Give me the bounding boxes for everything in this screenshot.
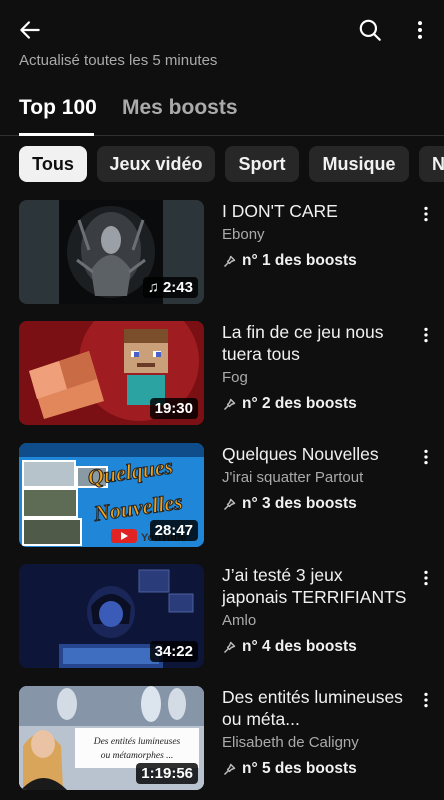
video-duration: ♫ 2:43 [142,277,198,298]
channel-name[interactable]: Fog [222,369,412,386]
boost-icon [223,641,236,653]
video-item[interactable]: YouTube Quelques Nouvelles 28:47 Quelque… [0,443,444,549]
video-menu-button[interactable] [414,445,438,469]
video-thumbnail[interactable]: ♫ 2:43 [19,200,204,304]
chip-sport[interactable]: Sport [225,146,299,182]
video-menu-button[interactable] [414,688,438,712]
more-vertical-icon [424,570,428,586]
chip-musique[interactable]: Musique [309,146,409,182]
boost-rank: n° 2 des boosts [222,395,357,413]
video-item[interactable]: ♫ 2:43 I DON'T CARE Ebony n° 1 des boost… [0,200,444,306]
boost-rank: n° 3 des boosts [222,495,357,513]
video-duration: 19:30 [149,398,198,419]
back-button[interactable] [10,10,50,50]
video-menu-button[interactable] [414,202,438,226]
video-title[interactable]: I DON'T CARE [222,200,408,222]
arrow-left-icon [20,21,40,39]
video-title[interactable]: La fin de ce jeu nous tuera tous [222,321,408,365]
more-vertical-icon [424,327,428,343]
refresh-subtitle: Actualisé toutes les 5 minutes [19,52,218,69]
video-title[interactable]: Quelques Nouvelles [222,443,408,465]
boost-icon [223,398,236,410]
music-note-icon: ♫ [147,279,159,296]
boost-rank: n° 4 des boosts [222,638,357,656]
video-menu-button[interactable] [414,566,438,590]
video-thumbnail[interactable]: 19:30 [19,321,204,425]
chip-tous[interactable]: Tous [19,146,87,182]
boost-icon [223,255,236,267]
active-tab-indicator [19,133,94,136]
boost-rank: n° 5 des boosts [222,760,357,778]
video-item[interactable]: 19:30 La fin de ce jeu nous tuera tous F… [0,321,444,427]
more-vertical-icon [417,21,423,39]
thumbnail-text: ou métamorphes ... [101,751,174,761]
search-icon [359,19,381,41]
channel-name[interactable]: Amlo [222,612,412,629]
boost-icon [223,498,236,510]
video-title[interactable]: J’ai testé 3 jeux japonais TERRIFIANTS [222,564,408,608]
more-options-button[interactable] [400,10,440,50]
video-thumbnail[interactable]: Des entités lumineuses ou métamorphes ..… [19,686,204,790]
channel-name[interactable]: J'irai squatter Partout [222,469,412,486]
category-chips: Tous Jeux vidéo Sport Musique N [0,146,444,182]
channel-name[interactable]: Elisabeth de Caligny [222,734,412,751]
video-title[interactable]: Des entités lumineuses ou méta... [222,686,408,730]
video-duration: 28:47 [149,520,198,541]
search-button[interactable] [350,10,390,50]
video-menu-button[interactable] [414,323,438,347]
video-thumbnail[interactable]: YouTube Quelques Nouvelles 28:47 [19,443,204,547]
chip-next[interactable]: N [419,146,444,182]
boost-rank: n° 1 des boosts [222,252,357,270]
boost-icon [223,763,236,775]
more-vertical-icon [424,206,428,222]
tab-bar: Top 100 Mes boosts [0,90,444,136]
video-item[interactable]: 34:22 J’ai testé 3 jeux japonais TERRIFI… [0,564,444,670]
chip-jeux-video[interactable]: Jeux vidéo [97,146,215,182]
video-thumbnail[interactable]: 34:22 [19,564,204,668]
video-duration: 34:22 [149,641,198,662]
more-vertical-icon [424,449,428,465]
top-bar [0,0,444,56]
tab-top-100[interactable]: Top 100 [19,96,97,120]
channel-name[interactable]: Ebony [222,226,412,243]
video-duration: 1:19:56 [136,763,198,784]
thumbnail-text: Des entités lumineuses [93,737,181,747]
tab-mes-boosts[interactable]: Mes boosts [122,96,238,120]
video-item[interactable]: Des entités lumineuses ou métamorphes ..… [0,686,444,792]
more-vertical-icon [424,692,428,708]
